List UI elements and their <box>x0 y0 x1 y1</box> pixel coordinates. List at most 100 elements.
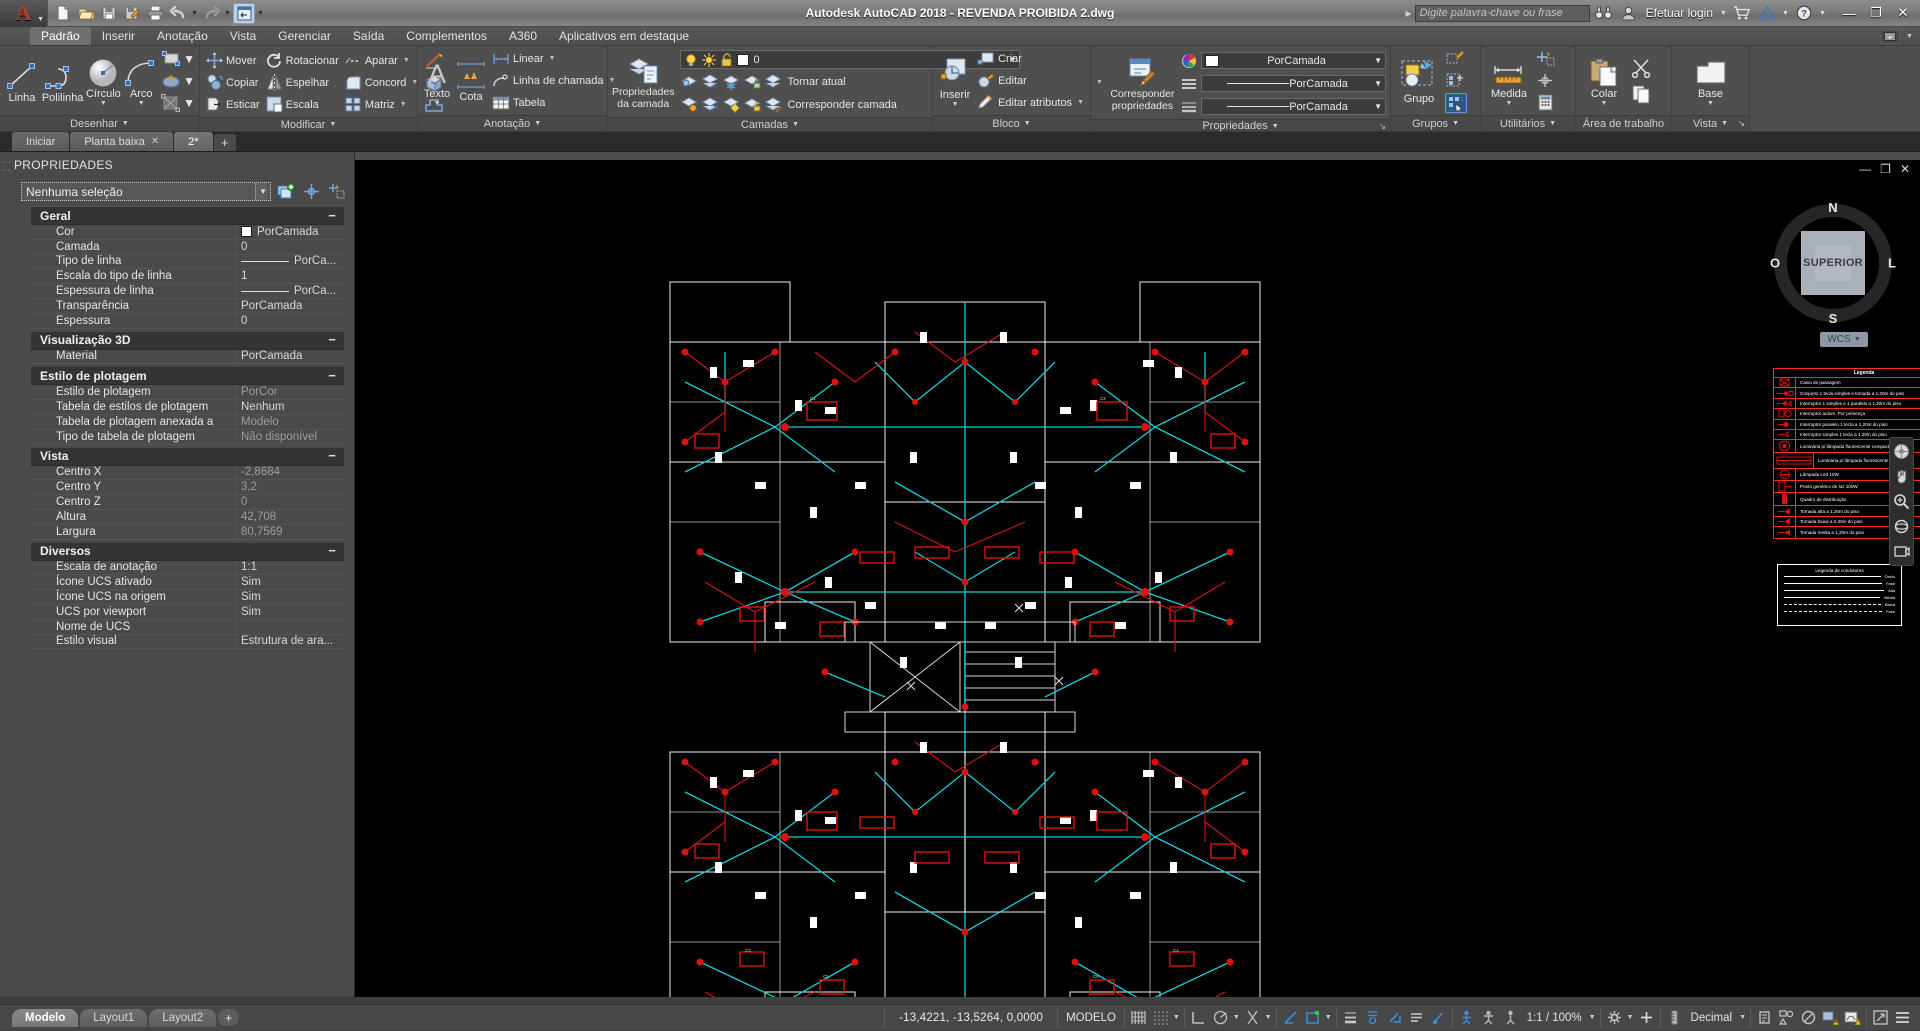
property-row-largura[interactable]: Largura 80,7569 <box>31 525 344 540</box>
graphics-performance-icon[interactable] <box>1799 1008 1818 1027</box>
annotation-monitor-icon[interactable] <box>1637 1008 1656 1027</box>
tool-matriz[interactable]: Matriz ▼ <box>343 94 421 115</box>
tool-cota[interactable]: Cota <box>454 58 488 103</box>
tool-tabela[interactable]: Tabela <box>490 92 617 113</box>
chevron-down-icon[interactable]: ▼ <box>952 102 959 108</box>
open-icon[interactable] <box>75 3 97 24</box>
property-value[interactable]: 3,2 <box>236 480 344 494</box>
property-row-tabela-anexada[interactable]: Tabela de plotagem anexada a Modelo <box>31 415 344 430</box>
saveas-icon[interactable] <box>121 3 143 24</box>
new-icon[interactable] <box>52 3 74 24</box>
linetype-icon[interactable] <box>1181 76 1197 92</box>
new-file-tab-button[interactable]: + <box>214 134 236 151</box>
tool-gradiente[interactable]: ▼ <box>161 92 195 113</box>
property-value[interactable]: Estrutura de ara... <box>236 635 344 649</box>
tool-espelhar[interactable]: Espelhar <box>264 72 341 93</box>
minimize-button[interactable]: — <box>1836 3 1862 23</box>
chevron-down-icon[interactable]: ▼ <box>1374 79 1382 88</box>
redo-icon[interactable] <box>200 3 222 24</box>
login-label[interactable]: Efetuar login <box>1643 6 1716 20</box>
property-value[interactable]: 1 <box>236 269 344 283</box>
redo-dropdown-icon[interactable]: ▼ <box>223 10 232 17</box>
linetype-combo[interactable]: PorCamada ▼ <box>1201 75 1386 92</box>
ribbon-tab-aplicativos[interactable]: Aplicativos em destaque <box>548 27 700 45</box>
property-value[interactable]: Sim <box>236 590 344 604</box>
dynamic-ucs-icon[interactable] <box>1303 1008 1322 1027</box>
chevron-down-icon[interactable]: ▼ <box>1265 1014 1272 1021</box>
property-row-centro-y[interactable]: Centro Y 3,2 <box>31 480 344 495</box>
layer-lock-icon[interactable] <box>743 73 762 91</box>
tool-texto[interactable]: A Texto ▼ <box>422 55 452 107</box>
chevron-down-icon[interactable]: ▼ <box>1739 1014 1746 1021</box>
tool-editar-bloco[interactable]: Editar <box>975 70 1086 91</box>
restore-button[interactable]: ❐ <box>1863 3 1889 23</box>
property-row-estilo-visual[interactable]: Estilo visual Estrutura de ara... <box>31 635 344 650</box>
search-expand-icon[interactable]: ▶ <box>1405 9 1411 18</box>
tool-inserir-bloco[interactable]: Inserir ▼ <box>937 54 973 108</box>
property-row-icone-ucs-ativado[interactable]: Ícone UCS ativado Sim <box>31 575 344 590</box>
color-combo[interactable]: PorCamada ▼ <box>1201 52 1386 69</box>
compass-west-label[interactable]: O <box>1770 256 1780 271</box>
lineweight-icon[interactable] <box>1181 99 1197 115</box>
login-dropdown-icon[interactable]: ▼ <box>1719 10 1728 17</box>
autoscale-icon[interactable] <box>1429 1008 1448 1027</box>
panel-title-modificar[interactable]: Modificar ▼ <box>200 117 417 131</box>
autodesk-a360-icon[interactable] <box>1756 3 1778 23</box>
view-cube-face[interactable]: SUPERIOR <box>1801 231 1865 295</box>
property-value[interactable]: PorCamada <box>236 299 344 313</box>
chevron-down-icon[interactable]: ▼ <box>1589 1014 1596 1021</box>
tool-copiar[interactable]: Copiar <box>204 72 262 93</box>
property-row-escala-tipo-linha[interactable]: Escala do tipo de linha 1 <box>31 269 344 284</box>
user-account-icon[interactable] <box>1618 3 1640 23</box>
property-value[interactable]: PorCamada <box>236 225 344 239</box>
panel-title-grupos[interactable]: Grupos ▼ <box>1391 115 1480 131</box>
collapse-icon[interactable]: − <box>328 452 336 460</box>
ribbon-tab-padrao[interactable]: Padrão <box>30 27 91 45</box>
tool-polilinha[interactable]: Polilinha <box>42 57 84 104</box>
tool-desagrupar[interactable] <box>1445 70 1467 91</box>
property-group-estilo-plotagem[interactable]: Estilo de plotagem − <box>31 367 344 385</box>
tool-corresponder-propriedades[interactable]: Corresponder propriedades <box>1106 53 1179 112</box>
layer-unlock-icon[interactable] <box>743 96 762 114</box>
tool-editar-grupo[interactable] <box>1445 48 1467 69</box>
file-tab-iniciar[interactable]: Iniciar <box>12 132 69 151</box>
ribbon-tab-vista[interactable]: Vista <box>219 27 267 45</box>
property-value[interactable] <box>236 620 344 634</box>
ribbon-tab-saida[interactable]: Saída <box>342 27 395 45</box>
panel-title-utilitarios[interactable]: Utilitários ▼ <box>1481 115 1575 131</box>
cart-icon[interactable] <box>1731 3 1753 23</box>
lineweight-display-icon[interactable] <box>1341 1008 1360 1027</box>
polar-tracking-icon[interactable] <box>1211 1008 1230 1027</box>
chevron-down-icon[interactable]: ▼ <box>1707 101 1714 107</box>
property-value[interactable]: PorCa... <box>236 284 344 298</box>
palette-grip[interactable]: ⋮⋮ <box>0 152 13 997</box>
layer-unisolate-icon[interactable] <box>680 96 699 114</box>
search-input[interactable]: Digite palavra-chave ou frase <box>1415 5 1590 22</box>
select-objects-icon[interactable] <box>326 182 346 201</box>
layer-off-icon[interactable] <box>701 73 720 91</box>
tool-mover[interactable]: Mover <box>204 50 262 71</box>
snap-mode-icon[interactable] <box>1151 1008 1170 1027</box>
collapse-icon[interactable]: − <box>328 336 336 344</box>
ribbon-minimize-icon[interactable] <box>1880 29 1900 44</box>
property-value[interactable]: 1:1 <box>236 561 344 575</box>
chevron-down-icon[interactable]: ▼ <box>400 101 407 108</box>
property-value[interactable]: PorCa... <box>236 255 344 269</box>
help-dropdown-icon[interactable]: ▼ <box>1818 10 1827 17</box>
space-mode-group[interactable]: MODELO <box>1057 1008 1124 1028</box>
layer-freeze-icon[interactable] <box>722 73 741 91</box>
tab-modelo[interactable]: Modelo <box>12 1009 78 1027</box>
panel-title-area-trabalho[interactable]: Área de trabalho <box>1576 115 1671 131</box>
chevron-down-icon[interactable]: ▼ <box>1233 1014 1240 1021</box>
layer-thaw-icon[interactable] <box>722 96 741 114</box>
ortho-mode-icon[interactable] <box>1189 1008 1208 1027</box>
tool-concord[interactable]: Concord ▼ <box>343 72 421 93</box>
close-icon[interactable]: ✕ <box>151 136 159 147</box>
compass-north-label[interactable]: N <box>1828 200 1837 215</box>
panel-dialog-launcher-icon[interactable]: ↘ <box>1738 119 1745 128</box>
propriedades-expand-icon[interactable]: ▼ <box>1095 79 1104 86</box>
clean-screen-icon[interactable] <box>1871 1008 1890 1027</box>
tab-layout1[interactable]: Layout1 <box>80 1009 147 1027</box>
showmotion-icon[interactable] <box>1891 541 1912 562</box>
search-binoculars-icon[interactable] <box>1593 3 1615 23</box>
